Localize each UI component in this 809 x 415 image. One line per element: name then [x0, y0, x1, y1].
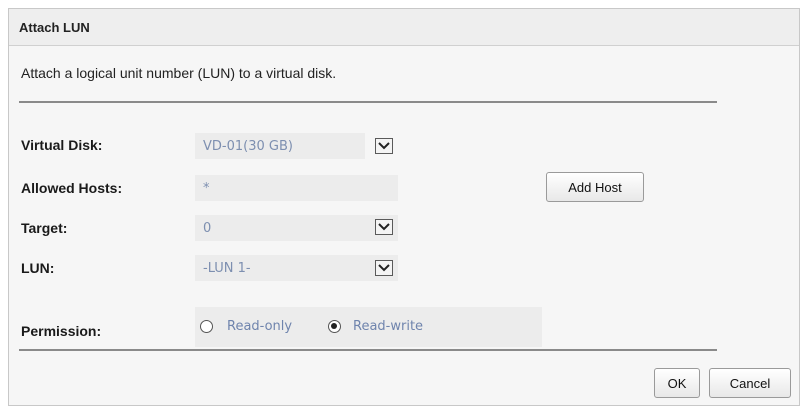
allowed-hosts-label: Allowed Hosts:	[21, 180, 123, 196]
lun-dropdown-button[interactable]	[375, 260, 393, 276]
lun-select[interactable]: -LUN 1-	[195, 255, 398, 281]
dialog-description: Attach a logical unit number (LUN) to a …	[21, 65, 337, 81]
add-host-button[interactable]: Add Host	[546, 172, 644, 202]
permission-label: Permission:	[21, 323, 102, 339]
virtual-disk-label: Virtual Disk:	[21, 137, 103, 153]
chevron-down-icon	[378, 264, 390, 272]
read-only-label[interactable]: Read-only	[227, 319, 292, 334]
divider-bottom	[19, 349, 717, 351]
target-select[interactable]: 0	[195, 215, 398, 241]
divider-top	[19, 101, 717, 103]
lun-label: LUN:	[21, 260, 55, 276]
ok-button[interactable]: OK	[654, 368, 700, 398]
virtual-disk-dropdown-button[interactable]	[375, 138, 393, 154]
read-write-radio[interactable]	[328, 320, 341, 333]
read-only-radio[interactable]	[200, 320, 213, 333]
target-label: Target:	[21, 220, 68, 236]
attach-lun-dialog: Attach LUN Attach a logical unit number …	[8, 8, 800, 406]
permission-radio-group: Read-only Read-write	[195, 307, 542, 347]
chevron-down-icon	[378, 142, 390, 150]
read-write-label[interactable]: Read-write	[353, 319, 423, 334]
virtual-disk-select[interactable]: VD-01(30 GB)	[195, 133, 365, 159]
cancel-button[interactable]: Cancel	[709, 368, 791, 398]
allowed-hosts-input[interactable]: *	[195, 175, 398, 201]
target-dropdown-button[interactable]	[375, 219, 393, 235]
chevron-down-icon	[378, 223, 390, 231]
dialog-title: Attach LUN	[9, 9, 799, 46]
